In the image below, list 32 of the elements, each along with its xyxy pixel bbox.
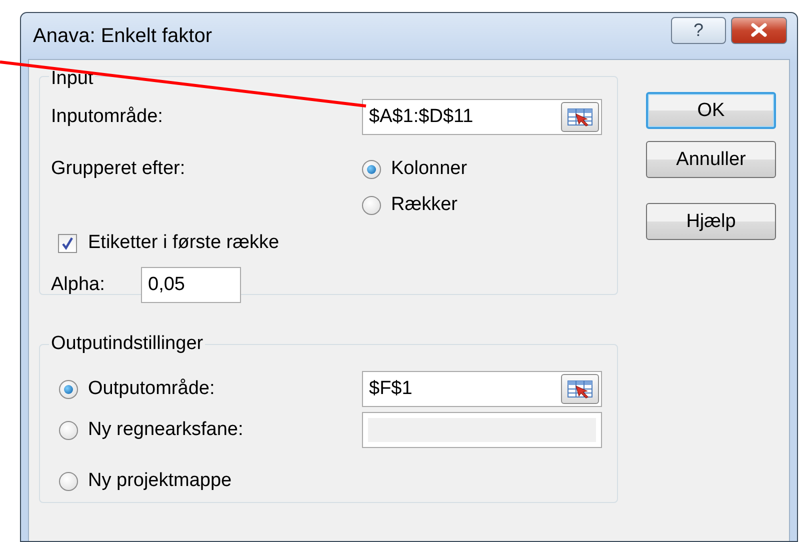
text-field[interactable]: $F$1: [362, 371, 602, 407]
close-button[interactable]: [731, 16, 787, 44]
radio-label[interactable]: Rækker: [391, 194, 458, 216]
radio-label[interactable]: Ny regnearksfane:: [88, 419, 244, 441]
text-field[interactable]: $A$1:$D$11: [362, 99, 602, 135]
help-button[interactable]: ?: [671, 16, 726, 44]
dialog-button[interactable]: Annuller: [646, 141, 776, 178]
checkbox-label[interactable]: Etiketter i første række: [88, 232, 280, 254]
radio-button[interactable]: [59, 420, 78, 440]
dialog-button[interactable]: OK: [646, 92, 776, 129]
window-title: Anava: Enkelt faktor: [33, 24, 213, 48]
radio-button[interactable]: [362, 196, 381, 214]
radio-label[interactable]: Ny projektmappe: [88, 470, 232, 492]
checkbox[interactable]: [58, 234, 77, 252]
radio-label[interactable]: Kolonner: [391, 158, 468, 180]
table-arrow-icon: [567, 107, 593, 127]
check-icon: [61, 236, 74, 250]
radio-label[interactable]: Outputområde:: [88, 378, 215, 400]
radio-button[interactable]: [362, 160, 381, 178]
dialog-button[interactable]: Hjælp: [646, 203, 776, 240]
table-arrow-icon: [567, 379, 593, 399]
field-label: Inputområde:: [51, 106, 164, 128]
group-label: Outputindstillinger: [50, 333, 204, 355]
field-label: Grupperet efter:: [51, 157, 186, 181]
radio-button[interactable]: [59, 380, 78, 398]
field-label: Alpha:: [51, 274, 106, 296]
close-icon: [750, 23, 768, 37]
range-picker-button[interactable]: [561, 102, 599, 132]
radio-button[interactable]: [59, 472, 78, 490]
text-field[interactable]: 0,05: [141, 267, 241, 303]
range-picker-button[interactable]: [561, 374, 599, 404]
group-label: Input: [50, 68, 94, 90]
